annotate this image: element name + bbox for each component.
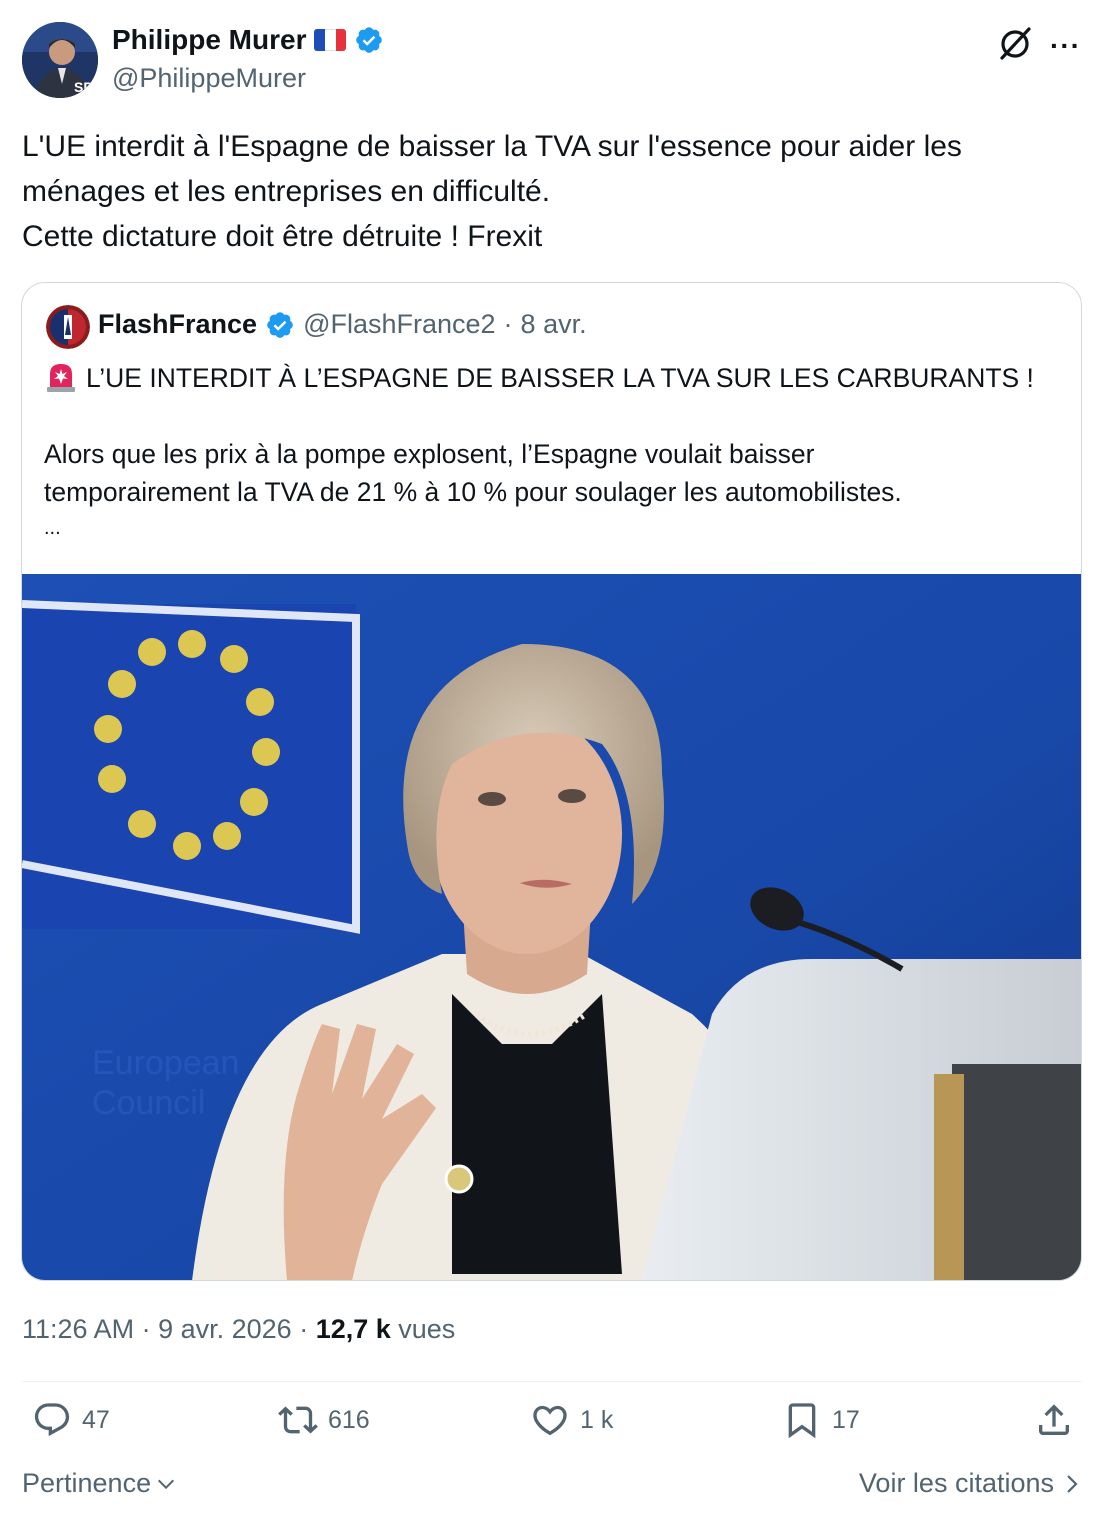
chevron-right-icon — [1067, 1474, 1078, 1493]
quoted-author-handle[interactable]: @FlashFrance2 — [303, 309, 495, 340]
like-button[interactable]: 1 k — [530, 1400, 613, 1440]
views-label: vues — [390, 1314, 456, 1344]
quoted-headline: L’UE INTERDIT À L’ESPAGNE DE BAISSER LA … — [86, 363, 1034, 393]
author-handle[interactable]: @PhilippeMurer — [112, 63, 306, 94]
author-avatar[interactable]: SP — [22, 22, 98, 98]
bookmark-icon — [788, 1403, 816, 1439]
flashfrance-logo-icon — [46, 305, 90, 349]
svg-text:Council: Council — [92, 1084, 205, 1122]
avatar-photo: SP — [22, 22, 98, 98]
tweet-date[interactable]: 9 avr. 2026 — [158, 1314, 292, 1344]
quoted-headline-row: L’UE INTERDIT À L’ESPAGNE DE BAISSER LA … — [44, 359, 1054, 397]
reply-count: 47 — [82, 1405, 110, 1434]
meta-separator: · — [291, 1314, 316, 1344]
show-more-ellipsis[interactable]: ... — [44, 511, 1054, 545]
france-flag-icon — [314, 29, 347, 51]
quoted-body-line: temporairement la TVA de 21 % à 10 % pou… — [44, 477, 902, 507]
action-bar: 47 616 1 k 17 — [22, 1400, 1082, 1456]
quoted-text: L’UE INTERDIT À L’ESPAGNE DE BAISSER LA … — [44, 359, 1054, 545]
quoted-media-photo[interactable]: European Council — [22, 574, 1081, 1280]
repost-button[interactable]: 616 — [278, 1400, 370, 1440]
tweet-time[interactable]: 11:26 AM — [22, 1314, 134, 1344]
quoted-body-line: Alors que les prix à la pompe explosent,… — [44, 439, 815, 469]
like-count: 1 k — [580, 1405, 614, 1434]
tweet-line: Cette dictature doit être détruite ! Fre… — [22, 220, 543, 253]
repost-icon — [278, 1406, 318, 1434]
views-count: 12,7 k — [315, 1314, 391, 1344]
press-conference-photo: European Council — [22, 574, 1081, 1280]
separator-dot: · — [503, 309, 513, 339]
view-quotes-link[interactable]: Voir les citations — [859, 1468, 1082, 1499]
verified-badge-icon — [267, 311, 293, 338]
tweet-line: L'UE interdit à l'Espagne de baisser la … — [22, 130, 962, 163]
tweet-line: ménages et les entreprises en difficulté… — [22, 175, 551, 208]
quoted-date[interactable]: 8 avr. — [521, 309, 587, 340]
view-quotes-label: Voir les citations — [858, 1468, 1054, 1498]
author-name-row: Philippe Murer — [112, 24, 384, 56]
share-icon — [1039, 1404, 1069, 1435]
heart-icon — [533, 1405, 567, 1436]
quoted-tweet-card[interactable]: FlashFrance @FlashFrance2 · 8 avr. L’UE … — [21, 282, 1082, 1281]
author-name[interactable]: Philippe Murer — [112, 24, 306, 56]
svg-text:European: European — [92, 1044, 239, 1082]
repost-count: 616 — [328, 1405, 370, 1434]
quoted-author-avatar[interactable] — [46, 305, 90, 349]
verified-badge-icon — [356, 27, 383, 53]
svg-text:SP: SP — [74, 79, 93, 95]
chevron-down-icon — [158, 1479, 175, 1489]
sort-label: Pertinence — [22, 1468, 152, 1498]
siren-emoji-icon — [47, 364, 75, 392]
bookmark-button[interactable]: 17 — [782, 1400, 860, 1440]
bookmark-count: 17 — [832, 1405, 860, 1434]
grok-icon[interactable] — [996, 24, 1034, 62]
sort-dropdown[interactable]: Pertinence — [22, 1468, 177, 1499]
quoted-author-name[interactable]: FlashFrance — [98, 309, 257, 340]
tweet-meta: 11:26 AM · 9 avr. 2026 · 12,7 k vues — [22, 1314, 455, 1345]
share-button[interactable] — [1034, 1400, 1074, 1440]
tweet-text: L'UE interdit à l'Espagne de baisser la … — [22, 124, 1082, 259]
reply-button[interactable]: 47 — [32, 1400, 110, 1440]
more-options-icon[interactable]: ··· — [1050, 30, 1081, 62]
quoted-header: FlashFrance @FlashFrance2 · 8 avr. — [98, 309, 587, 340]
divider — [22, 1381, 1082, 1382]
reply-icon — [34, 1403, 70, 1437]
meta-separator: · — [134, 1314, 159, 1344]
